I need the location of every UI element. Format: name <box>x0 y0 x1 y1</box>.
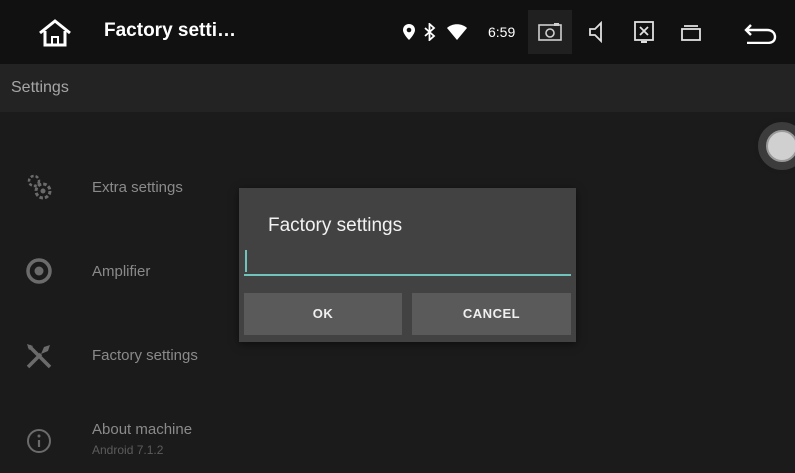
screenshot-icon <box>538 23 562 41</box>
tools-icon <box>26 344 52 369</box>
speaker-icon <box>26 258 52 284</box>
close-app-icon[interactable] <box>634 21 654 43</box>
info-icon <box>27 429 51 453</box>
list-item-label: Factory settings <box>92 347 198 364</box>
list-item-about-machine[interactable]: About machine Android 7.1.2 <box>0 398 795 473</box>
clock: 6:59 <box>488 24 516 40</box>
status-bar: Factory setti… 6:59 <box>0 0 795 64</box>
list-item-subtitle: Android 7.1.2 <box>92 443 164 457</box>
list-item-label: About machine <box>92 421 193 438</box>
back-icon[interactable] <box>743 22 777 44</box>
volume-icon[interactable] <box>588 21 608 43</box>
page-title: Settings <box>11 79 69 96</box>
window-title: Factory setti… <box>104 20 236 41</box>
home-icon[interactable] <box>37 18 73 48</box>
factory-settings-dialog: Factory settings OK CANCEL <box>239 188 576 342</box>
location-icon <box>403 24 415 40</box>
list-item-label: Extra settings <box>92 179 183 196</box>
list-item-label: Amplifier <box>92 263 151 280</box>
screenshot-button[interactable] <box>528 10 572 54</box>
text-cursor <box>245 250 247 272</box>
dialog-title: Factory settings <box>268 215 403 236</box>
recent-apps-icon[interactable] <box>680 24 702 42</box>
password-input[interactable] <box>244 246 571 276</box>
cancel-button[interactable]: CANCEL <box>412 293 571 335</box>
settings-header: Settings <box>0 64 795 112</box>
gears-icon <box>27 174 52 200</box>
wifi-icon <box>447 24 467 40</box>
bluetooth-icon <box>424 23 436 41</box>
floating-button-knob <box>766 130 795 162</box>
ok-button[interactable]: OK <box>244 293 402 335</box>
